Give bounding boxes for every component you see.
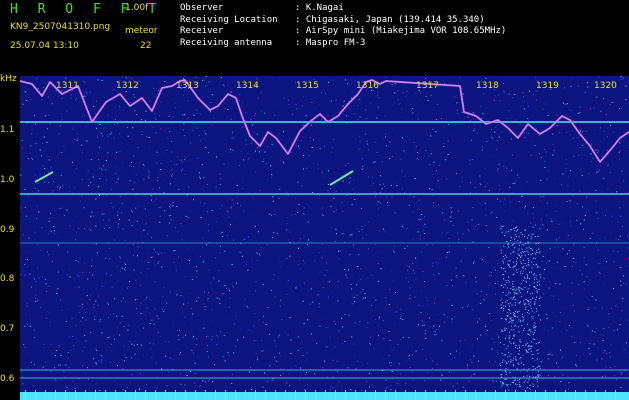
minute-label: 1316 — [356, 81, 379, 91]
version-label: 1.00f — [125, 3, 149, 13]
station-value: : Maspro FM-3 — [295, 37, 366, 48]
meteor-trail — [34, 171, 54, 183]
station-row: Receiving Location : Chigasaki, Japan (13… — [180, 15, 506, 27]
station-value: : K.Nagai — [295, 3, 344, 13]
noise-speckle — [20, 76, 629, 391]
station-key: Receiver — [180, 26, 224, 36]
y-tick-label: 1.1 — [0, 125, 15, 135]
station-key: Receiving antenna — [180, 37, 273, 48]
station-info: Observer : K.Nagai Receiving Location : Ch… — [180, 3, 506, 49]
y-unit-label: kHz — [0, 74, 17, 84]
minute-label: 1311 — [56, 81, 79, 91]
minute-label: 1318 — [476, 81, 499, 91]
y-tick-label: 0.8 — [0, 274, 15, 284]
spectrogram-overlay — [20, 76, 629, 400]
y-tick-label: 0.7 — [0, 324, 15, 334]
header-panel: H R O F F T 1.00f KN9_2507041310.png met… — [0, 0, 629, 75]
y-tick-label: 0.9 — [0, 225, 15, 235]
station-row: Receiver : AirSpy mini (Miakejima VOR 108… — [180, 26, 506, 38]
minute-label: 1314 — [236, 81, 259, 91]
station-value: : AirSpy mini (Miakejima VOR 108.65MHz) — [295, 26, 507, 36]
minute-label: 1315 — [296, 81, 319, 91]
minute-label: 1319 — [536, 81, 559, 91]
scale-bar — [20, 392, 629, 400]
station-row: Receiving antenna : Maspro FM-3 — [180, 38, 506, 50]
minute-label: 1317 — [416, 81, 439, 91]
minute-label: 1320 — [594, 81, 617, 91]
station-row: Observer : K.Nagai — [180, 3, 506, 15]
minute-label: 1313 — [176, 81, 199, 91]
filename-label: KN9_2507041310.png — [10, 22, 111, 32]
datetime-label: 25.07.04 13:10 — [10, 41, 79, 51]
y-tick-label: 1.0 — [0, 175, 15, 185]
station-key: Observer — [180, 3, 224, 13]
minute-label: 1312 — [116, 81, 139, 91]
meteor-label: meteor — [125, 26, 158, 36]
y-tick-label: 0.6 — [0, 374, 15, 384]
station-key: Receiving Location — [180, 14, 278, 25]
station-value: : Chigasaki, Japan (139.414 35.340) — [295, 14, 485, 25]
meteor-count: 22 — [140, 41, 152, 51]
